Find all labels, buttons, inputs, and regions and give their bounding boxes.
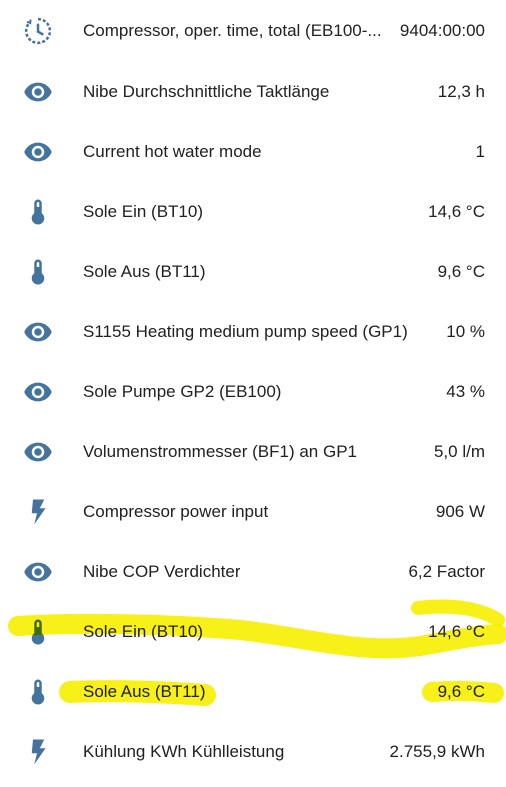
eye-icon <box>22 76 54 108</box>
entity-value: 5,0 l/m <box>433 442 485 461</box>
entity-label: Nibe Durchschnittliche Taktlänge <box>83 82 330 101</box>
entity-label: Current hot water mode <box>83 142 262 161</box>
flash-icon <box>22 736 54 768</box>
entity-row[interactable]: Compressor power input 906 W <box>0 482 506 542</box>
entity-label: Sole Aus (BT11) <box>83 682 206 701</box>
entity-list: Compressor, oper. time, total (EB100-...… <box>0 0 506 782</box>
entity-row[interactable]: Nibe Durchschnittliche Taktlänge 12,3 h <box>0 62 506 122</box>
entity-value: 9,6 °C <box>437 682 485 701</box>
entity-row[interactable]: Nibe COP Verdichter 6,2 Factor <box>0 542 506 602</box>
entity-value: 2.755,9 kWh <box>389 742 485 761</box>
eye-icon <box>22 436 54 468</box>
entity-label: Compressor, oper. time, total (EB100-... <box>83 21 382 40</box>
entity-value: 1 <box>475 142 485 161</box>
eye-icon <box>22 556 54 588</box>
flash-icon <box>22 496 54 528</box>
entity-row[interactable]: Volumenstrommesser (BF1) an GP1 5,0 l/m <box>0 422 506 482</box>
entity-row[interactable]: Sole Ein (BT10) 14,6 °C <box>0 182 506 242</box>
entity-value: 12,3 h <box>437 82 485 101</box>
entity-value: 9404:00:00 <box>399 21 485 40</box>
entity-row[interactable]: S1155 Heating medium pump speed (GP1) 10… <box>0 302 506 362</box>
entity-value: 10 % <box>446 322 485 341</box>
entity-value: 9,6 °C <box>437 262 485 281</box>
entity-label: Nibe COP Verdichter <box>83 562 241 581</box>
entity-label: S1155 Heating medium pump speed (GP1) <box>83 322 408 341</box>
entity-row[interactable]: Kühlung KWh Kühlleistung 2.755,9 kWh <box>0 722 506 782</box>
thermometer-icon <box>22 256 54 288</box>
entity-value: 6,2 Factor <box>408 562 485 581</box>
entity-value: 43 % <box>446 382 485 401</box>
thermometer-icon <box>22 616 54 648</box>
entity-label: Volumenstrommesser (BF1) an GP1 <box>83 442 357 461</box>
entity-label: Sole Aus (BT11) <box>83 262 206 281</box>
entity-row[interactable]: Current hot water mode 1 <box>0 122 506 182</box>
entity-row[interactable]: Sole Aus (BT11) 9,6 °C <box>0 242 506 302</box>
thermometer-icon <box>22 676 54 708</box>
entity-label: Compressor power input <box>83 502 269 521</box>
eye-icon <box>22 316 54 348</box>
entity-row[interactable]: Sole Aus (BT11) 9,6 °C <box>0 662 506 722</box>
entity-row[interactable]: Sole Ein (BT10) 14,6 °C <box>0 602 506 662</box>
entity-value: 906 W <box>435 502 485 521</box>
entity-row[interactable]: Compressor, oper. time, total (EB100-...… <box>0 0 506 62</box>
entity-label: Sole Pumpe GP2 (EB100) <box>83 382 282 401</box>
entity-label: Sole Ein (BT10) <box>83 202 203 221</box>
eye-icon <box>22 376 54 408</box>
eye-icon <box>22 136 54 168</box>
entity-value: 14,6 °C <box>428 622 485 641</box>
entity-value: 14,6 °C <box>428 202 485 221</box>
entity-label: Sole Ein (BT10) <box>83 622 203 641</box>
timer-clock-icon <box>22 15 54 47</box>
entity-label: Kühlung KWh Kühlleistung <box>83 742 285 761</box>
thermometer-icon <box>22 196 54 228</box>
entity-row[interactable]: Sole Pumpe GP2 (EB100) 43 % <box>0 362 506 422</box>
